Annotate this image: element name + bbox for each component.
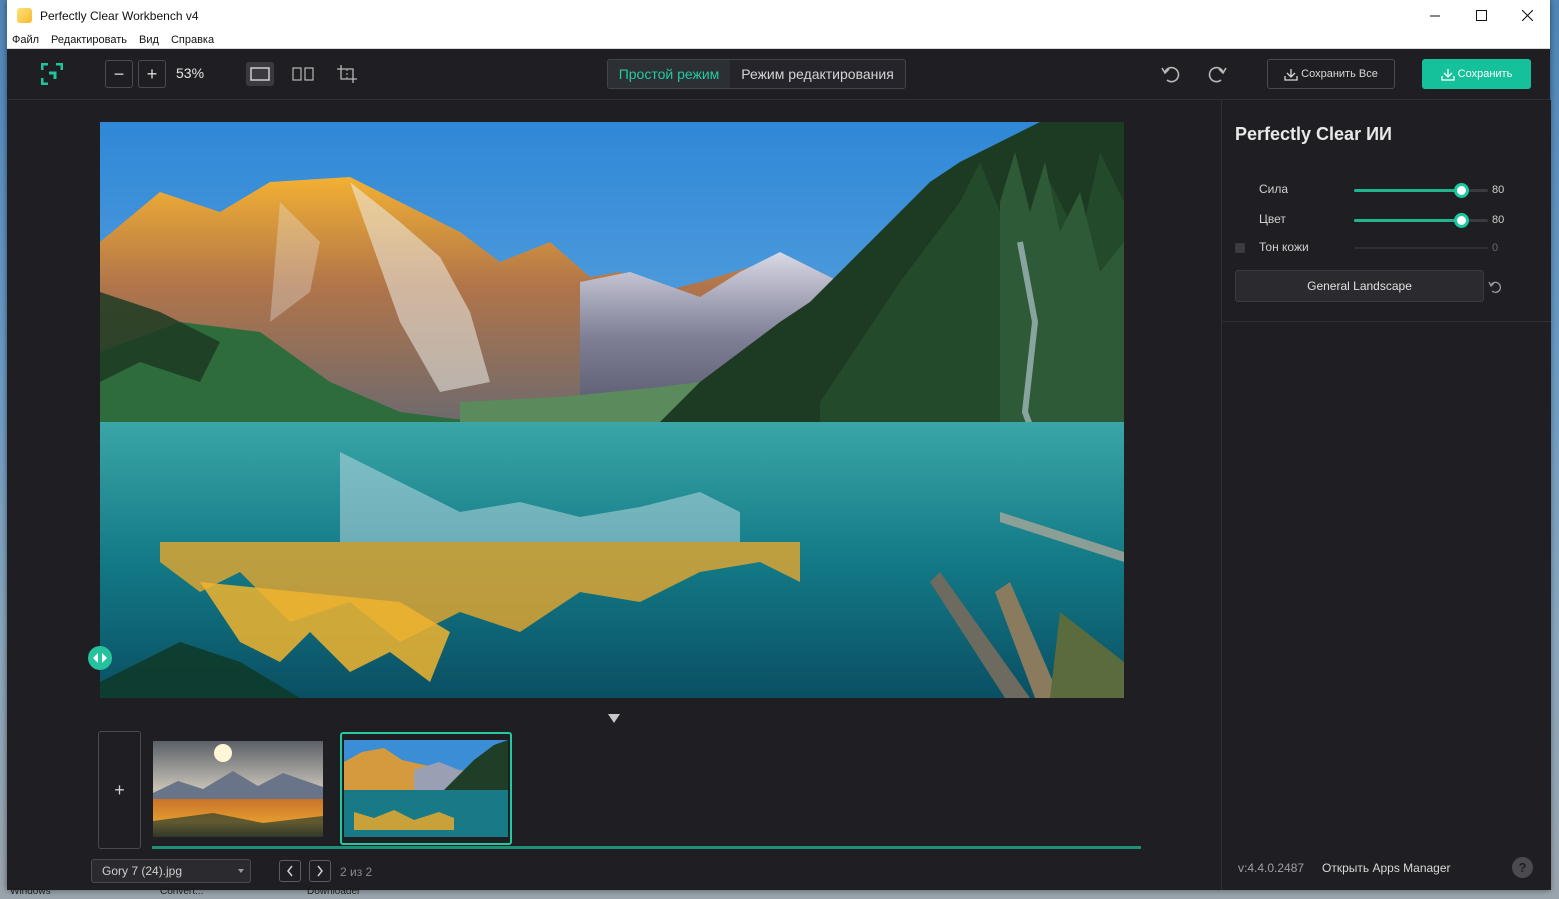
main-image[interactable] (100, 122, 1124, 698)
undo-button[interactable] (1159, 62, 1183, 86)
file-select-dropdown[interactable]: Gory 7 (24).jpg (91, 859, 251, 883)
slider-value: 80 (1492, 184, 1505, 196)
view-split-button[interactable] (289, 62, 317, 86)
maximize-icon (1475, 10, 1487, 21)
save-all-button[interactable]: Сохранить Все (1267, 59, 1395, 89)
app-icon (17, 8, 32, 23)
menu-bar: Файл Редактировать Вид Справка (7, 31, 1550, 49)
slider-strength: Сила 80 (1222, 180, 1551, 200)
add-image-button[interactable]: + (98, 731, 141, 849)
split-handle[interactable] (88, 646, 112, 670)
menu-view[interactable]: Вид (133, 34, 165, 46)
page-counter: 2 из 2 (340, 865, 373, 879)
menu-file[interactable]: Файл (7, 34, 45, 46)
chevron-left-icon (287, 865, 293, 877)
mode-switch: Простой режим Режим редактирования (607, 59, 906, 89)
undo-icon (1161, 66, 1180, 83)
slider-color: Цвет 80 (1222, 210, 1551, 230)
redo-icon (1208, 66, 1227, 83)
tab-edit-mode[interactable]: Режим редактирования (730, 60, 905, 88)
minimize-button[interactable] (1412, 0, 1458, 31)
preset-dropdown[interactable]: General Landscape (1235, 270, 1484, 302)
split-arrows-icon (93, 653, 107, 663)
tab-simple-mode[interactable]: Простой режим (608, 60, 730, 88)
reset-preset-button[interactable] (1488, 280, 1502, 294)
slider-fill (1354, 219, 1462, 222)
slider-track[interactable] (1354, 183, 1488, 198)
slider-skin-tone: Тон кожи 0 (1222, 238, 1551, 258)
adjustments-panel: Perfectly Clear ИИ Сила 80 Цвет 80 Тон к… (1221, 100, 1551, 890)
maximize-button[interactable] (1458, 0, 1504, 31)
close-button[interactable] (1504, 0, 1550, 31)
view-crop-button[interactable] (333, 62, 361, 86)
slider-knob[interactable] (1454, 213, 1470, 228)
slider-label: Цвет (1259, 212, 1286, 226)
slider-track[interactable] (1354, 213, 1488, 228)
save-label: Сохранить (1457, 68, 1513, 80)
redo-button[interactable] (1205, 62, 1229, 86)
slider-knob[interactable] (1454, 183, 1470, 198)
single-view-icon (250, 67, 270, 81)
filmstrip-scrollbar[interactable] (152, 846, 1141, 849)
slider-value: 80 (1492, 214, 1505, 226)
desktop-label[interactable]: Convert... (160, 886, 203, 897)
chevron-right-icon (317, 865, 323, 877)
panel-title: Perfectly Clear ИИ (1235, 124, 1392, 144)
thumbnail-1[interactable] (153, 741, 323, 837)
file-select-value: Gory 7 (24).jpg (102, 864, 183, 878)
slider-fill (1354, 189, 1462, 192)
download-icon (1284, 68, 1298, 81)
title-bar: Perfectly Clear Workbench v4 (7, 0, 1550, 31)
version-label: v:4.4.0.2487 (1238, 861, 1305, 875)
open-apps-manager-link[interactable]: Открыть Apps Manager (1322, 861, 1451, 875)
download-icon (1441, 68, 1455, 81)
desktop-label[interactable]: Windows (10, 886, 51, 897)
view-single-button[interactable] (246, 62, 274, 86)
thumbnail-2-selected[interactable] (340, 732, 512, 845)
image-canvas: + Gory 7 (24).jpg 2 из 2 (7, 100, 1221, 890)
menu-help[interactable]: Справка (165, 34, 220, 46)
save-button[interactable]: Сохранить (1422, 59, 1531, 89)
minimize-icon (1430, 15, 1440, 16)
reset-icon (1488, 281, 1501, 293)
crop-view-icon (337, 65, 357, 83)
collapse-filmstrip-icon[interactable] (608, 714, 620, 723)
toolbar: − + 53% Простой режим Режим редактирован… (7, 49, 1550, 100)
help-button[interactable]: ? (1512, 857, 1533, 878)
previous-image-button[interactable] (279, 860, 301, 882)
slider-label: Тон кожи (1259, 240, 1309, 254)
app-window: Perfectly Clear Workbench v4 Файл Редакт… (7, 0, 1551, 890)
desktop-label[interactable]: Downloader (307, 886, 360, 897)
zoom-in-button[interactable]: + (138, 60, 166, 88)
chevron-down-icon (238, 869, 244, 873)
zoom-level: 53% (176, 65, 205, 81)
split-view-icon (292, 67, 314, 81)
slider-track-disabled (1354, 247, 1488, 249)
slider-value: 0 (1492, 242, 1499, 254)
divider (1222, 321, 1551, 322)
next-image-button[interactable] (309, 860, 331, 882)
menu-edit[interactable]: Редактировать (45, 34, 133, 46)
skin-tone-checkbox[interactable] (1235, 243, 1245, 253)
app-logo-icon (39, 61, 65, 87)
close-icon (1521, 10, 1533, 21)
save-all-label: Сохранить Все (1301, 68, 1378, 80)
window-title: Perfectly Clear Workbench v4 (40, 8, 199, 23)
slider-label: Сила (1259, 182, 1289, 196)
zoom-out-button[interactable]: − (105, 60, 133, 88)
desktop-icon-labels: Windows Convert... Downloader (0, 885, 1559, 899)
